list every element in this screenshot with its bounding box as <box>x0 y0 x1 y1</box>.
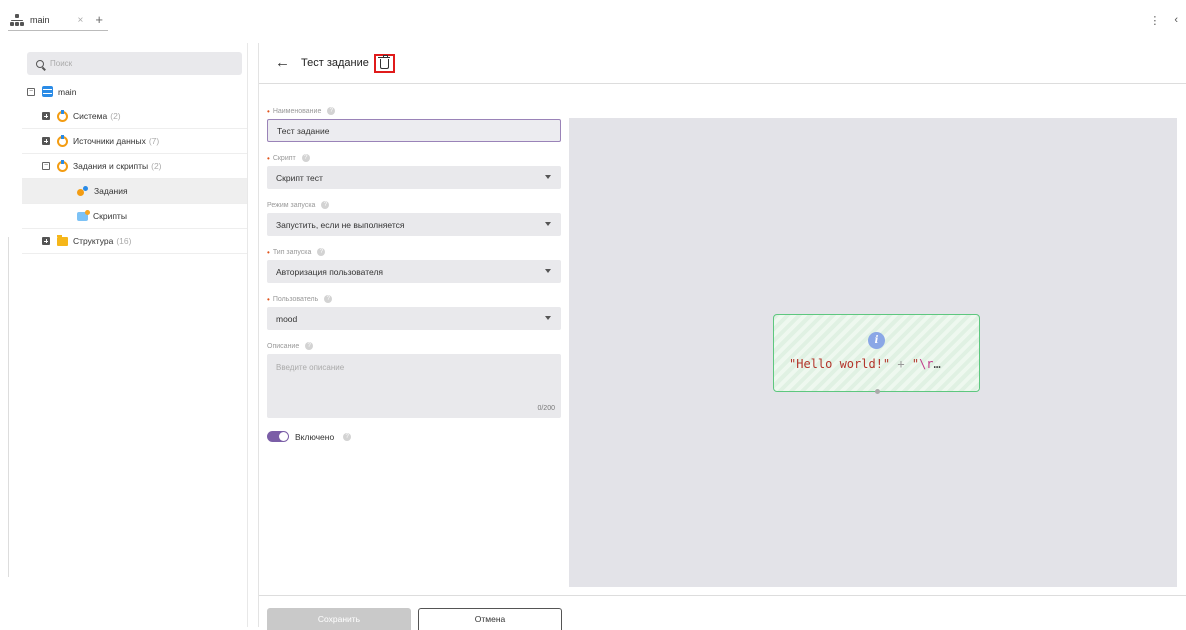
scripts-icon <box>77 209 90 221</box>
collapse-icon[interactable]: ‹ <box>1174 14 1178 27</box>
top-bar: main × + ⋮ ‹ <box>0 0 1186 34</box>
user-value: mood <box>276 313 298 324</box>
enabled-row: Включено ? <box>267 431 561 442</box>
enabled-toggle[interactable] <box>267 431 289 442</box>
tree: − main Система (2) Источники данных (7) … <box>22 79 247 254</box>
tree-item-label: main <box>58 86 77 97</box>
script-label: • Скрипт? <box>267 152 561 164</box>
script-value: Скрипт тест <box>276 172 323 183</box>
help-icon[interactable]: ? <box>343 432 352 441</box>
back-arrow-icon[interactable]: ← <box>275 55 290 70</box>
tab-main[interactable]: main × + <box>10 11 103 29</box>
main-panel: ← Тест задание • Наименование? Тест задан… <box>258 43 1186 630</box>
add-tab-button[interactable]: + <box>95 13 103 26</box>
header: ← Тест задание <box>259 43 1186 84</box>
description-label: Описание? <box>267 340 561 352</box>
tree-item-scripts[interactable]: Скрипты <box>22 204 247 229</box>
tree-item-count: (16) <box>116 236 132 246</box>
trash-icon <box>378 55 391 69</box>
output-port[interactable] <box>875 389 880 394</box>
tree-item-tasks-and-scripts[interactable]: − Задания и скрипты (2) <box>22 154 247 179</box>
node-code: "Hello world!" + "\r… <box>789 357 941 371</box>
help-icon[interactable]: ? <box>321 201 330 209</box>
tree-item-count: (2) <box>110 111 121 121</box>
run-mode-label: Режим запуска? <box>267 199 561 211</box>
chevron-down-icon <box>545 175 551 179</box>
system-icon <box>57 159 68 172</box>
tree-item-label: Система <box>73 111 108 121</box>
task-form: • Наименование? Тест задание • Скрипт? Скр… <box>267 105 561 442</box>
collapse-icon[interactable]: − <box>27 87 35 96</box>
more-menu-icon[interactable]: ⋮ <box>1149 14 1160 27</box>
tab-underline <box>8 30 108 31</box>
tree-item-tasks[interactable]: Задания <box>22 179 247 204</box>
chevron-down-icon <box>545 269 551 273</box>
delete-button[interactable] <box>373 53 395 73</box>
char-counter: 0/200 <box>537 405 555 412</box>
help-icon[interactable]: ? <box>327 107 336 115</box>
info-icon: i <box>868 332 885 349</box>
page-title: Тест задание <box>301 57 369 69</box>
search-icon <box>36 59 44 68</box>
tree-item-system[interactable]: Система (2) <box>22 104 247 129</box>
run-mode-value: Запустить, если не выполняется <box>276 219 405 230</box>
collapse-icon[interactable]: − <box>42 162 50 170</box>
expand-icon[interactable] <box>42 112 50 120</box>
hierarchy-icon <box>10 14 24 26</box>
divider <box>8 237 9 577</box>
expand-icon[interactable] <box>42 137 50 145</box>
run-mode-select[interactable]: Запустить, если не выполняется <box>267 213 561 236</box>
tree-item-label: Скрипты <box>93 211 127 221</box>
tree-item-label: Источники данных <box>73 136 146 146</box>
user-label: • Пользователь? <box>267 293 561 305</box>
code-node[interactable]: i "Hello world!" + "\r… <box>773 314 980 394</box>
search-placeholder: Поиск <box>50 59 73 68</box>
tab-close-icon[interactable]: × <box>78 15 84 26</box>
chevron-down-icon <box>545 222 551 226</box>
system-icon <box>57 134 68 147</box>
name-field[interactable]: Тест задание <box>267 119 561 142</box>
tree-item-data-sources[interactable]: Источники данных (7) <box>22 129 247 154</box>
script-canvas[interactable]: i "Hello world!" + "\r… <box>569 118 1177 587</box>
system-icon <box>57 109 68 122</box>
tasks-icon <box>77 185 89 197</box>
folder-icon <box>57 234 68 246</box>
description-textarea[interactable]: Введите описание 0/200 <box>267 354 561 418</box>
sidebar: Поиск − main Система (2) Источники данны… <box>22 43 248 627</box>
tree-item-label: Структура <box>73 236 114 246</box>
tree-item-structure[interactable]: Структура (16) <box>22 229 247 254</box>
tree-item-label: Задания <box>94 186 128 196</box>
help-icon[interactable]: ? <box>305 342 314 350</box>
tree-item-main[interactable]: − main <box>22 79 247 104</box>
search-input[interactable]: Поиск <box>27 52 242 75</box>
tree-item-count: (2) <box>151 161 162 171</box>
run-type-label: • Тип запуска? <box>267 246 561 258</box>
footer: Сохранить Отмена <box>259 595 1186 630</box>
help-icon[interactable]: ? <box>301 154 310 162</box>
enabled-label: Включено <box>295 431 335 442</box>
run-type-value: Авторизация пользователя <box>276 266 384 277</box>
help-icon[interactable]: ? <box>324 295 333 303</box>
help-icon[interactable]: ? <box>317 248 326 256</box>
expand-icon[interactable] <box>42 237 50 245</box>
tree-item-count: (7) <box>148 136 160 146</box>
database-icon <box>42 86 53 97</box>
chevron-down-icon <box>545 316 551 320</box>
description-placeholder: Введите описание <box>276 363 345 372</box>
name-label: • Наименование? <box>267 105 561 117</box>
tab-label: main <box>30 15 50 25</box>
name-value: Тест задание <box>277 125 330 136</box>
script-select[interactable]: Скрипт тест <box>267 166 561 189</box>
tree-item-label: Задания и скрипты <box>73 161 149 171</box>
user-select[interactable]: mood <box>267 307 561 330</box>
run-type-select[interactable]: Авторизация пользователя <box>267 260 561 283</box>
